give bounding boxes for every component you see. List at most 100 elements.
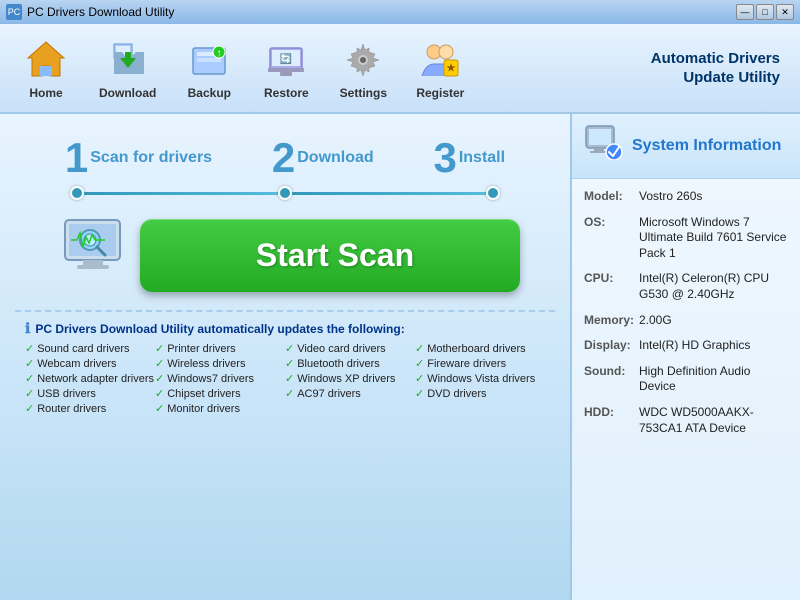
info-message: PC Drivers Download Utility automaticall… <box>35 322 404 336</box>
backup-icon: ↑ <box>185 36 233 84</box>
home-icon <box>22 36 70 84</box>
check-icon: ✓ <box>415 342 424 355</box>
list-item: ✓Video card drivers <box>285 342 415 355</box>
list-item: ✓Sound card drivers <box>25 342 155 355</box>
sys-info-display: Display: Intel(R) HD Graphics <box>584 338 788 354</box>
system-info-title: System Information <box>632 137 781 155</box>
sys-info-sound: Sound: High Definition Audio Device <box>584 364 788 395</box>
toolbar-brand: Automatic Drivers Update Utility <box>651 49 790 88</box>
title-bar-left: PC PC Drivers Download Utility <box>6 4 174 20</box>
check-icon: ✓ <box>155 372 164 385</box>
memory-label: Memory: <box>584 313 639 329</box>
info-section: ℹ PC Drivers Download Utility automatica… <box>15 310 555 420</box>
list-item: ✓Webcam drivers <box>25 357 155 370</box>
title-bar: PC PC Drivers Download Utility — □ ✕ <box>0 0 800 24</box>
sys-info-os: OS: Microsoft Windows 7 Ultimate Build 7… <box>584 215 788 262</box>
toolbar-item-backup[interactable]: ↑ Backup <box>173 30 245 106</box>
check-icon: ✓ <box>415 372 424 385</box>
steps-dots-line <box>15 186 555 200</box>
sound-label: Sound: <box>584 364 639 395</box>
system-info-body: Model: Vostro 260s OS: Microsoft Windows… <box>572 179 800 456</box>
step-2: 2 Download <box>272 134 374 182</box>
system-info-icon <box>584 124 624 168</box>
start-scan-button[interactable]: Start Scan <box>140 219 520 292</box>
dot-1 <box>70 186 84 200</box>
model-value: Vostro 260s <box>639 189 788 205</box>
line-1 <box>84 192 278 195</box>
check-icon: ✓ <box>25 387 34 400</box>
list-item: ✓Wireless drivers <box>155 357 285 370</box>
list-item: ✓Monitor drivers <box>155 402 285 415</box>
check-icon: ✓ <box>25 372 34 385</box>
brand-line1: Automatic Drivers <box>651 49 780 69</box>
list-item: ✓Printer drivers <box>155 342 285 355</box>
list-item: ✓Network adapter drivers <box>25 372 155 385</box>
svg-text:↑: ↑ <box>217 48 222 59</box>
sound-value: High Definition Audio Device <box>639 364 788 395</box>
minimize-button[interactable]: — <box>736 4 754 20</box>
check-icon: ✓ <box>415 357 424 370</box>
dot-2 <box>278 186 292 200</box>
hdd-value: WDC WD5000AAKX-753CA1 ATA Device <box>639 405 788 436</box>
os-label: OS: <box>584 215 639 262</box>
line-2 <box>292 192 486 195</box>
check-icon: ✓ <box>285 387 294 400</box>
sys-info-model: Model: Vostro 260s <box>584 189 788 205</box>
list-item: ✓Fireware drivers <box>415 357 545 370</box>
computer-scan-icon <box>50 215 150 295</box>
app-icon: PC <box>6 4 22 20</box>
settings-label: Settings <box>340 86 387 100</box>
right-panel: System Information Model: Vostro 260s OS… <box>570 114 800 600</box>
toolbar-item-restore[interactable]: 🔄 Restore <box>250 30 322 106</box>
register-icon: ★ <box>416 36 464 84</box>
svg-text:★: ★ <box>447 63 456 74</box>
settings-icon <box>339 36 387 84</box>
list-item: ✓Bluetooth drivers <box>285 357 415 370</box>
toolbar-item-home[interactable]: Home <box>10 30 82 106</box>
maximize-button[interactable]: □ <box>756 4 774 20</box>
step3-label: Install <box>459 149 505 167</box>
download-label: Download <box>99 86 156 100</box>
dot-3 <box>486 186 500 200</box>
sys-info-cpu: CPU: Intel(R) Celeron(R) CPU G530 @ 2.40… <box>584 271 788 302</box>
main-area: 1 Scan for drivers 2 Download 3 Install <box>0 114 800 600</box>
hdd-label: HDD: <box>584 405 639 436</box>
steps-row: 1 Scan for drivers 2 Download 3 Install <box>15 124 555 182</box>
check-icon: ✓ <box>155 387 164 400</box>
check-icon: ✓ <box>285 372 294 385</box>
list-item: ✓AC97 drivers <box>285 387 415 400</box>
memory-value: 2.00G <box>639 313 788 329</box>
brand-line2: Update Utility <box>651 68 780 88</box>
restore-icon: 🔄 <box>262 36 310 84</box>
check-icon: ✓ <box>155 342 164 355</box>
check-icon: ✓ <box>415 387 424 400</box>
left-content: 1 Scan for drivers 2 Download 3 Install <box>0 114 570 600</box>
list-item: ✓Router drivers <box>25 402 155 415</box>
toolbar: Home Download ↑ <box>0 24 800 114</box>
list-item: ✓Windows XP drivers <box>285 372 415 385</box>
svg-text:🔄: 🔄 <box>280 52 292 65</box>
os-value: Microsoft Windows 7 Ultimate Build 7601 … <box>639 215 788 262</box>
list-item: ✓DVD drivers <box>415 387 545 400</box>
info-icon: ℹ <box>25 320 30 337</box>
restore-label: Restore <box>264 86 309 100</box>
check-icon: ✓ <box>25 357 34 370</box>
cpu-value: Intel(R) Celeron(R) CPU G530 @ 2.40GHz <box>639 271 788 302</box>
title-bar-text: PC Drivers Download Utility <box>27 5 174 19</box>
check-icon: ✓ <box>25 342 34 355</box>
step1-number: 1 <box>65 134 88 182</box>
title-bar-controls: — □ ✕ <box>736 4 794 20</box>
close-button[interactable]: ✕ <box>776 4 794 20</box>
model-label: Model: <box>584 189 639 205</box>
sys-info-hdd: HDD: WDC WD5000AAKX-753CA1 ATA Device <box>584 405 788 436</box>
toolbar-item-download[interactable]: Download <box>87 30 168 106</box>
toolbar-item-settings[interactable]: Settings <box>327 30 399 106</box>
display-label: Display: <box>584 338 639 354</box>
download-icon <box>104 36 152 84</box>
system-info-header: System Information <box>572 114 800 179</box>
list-item: ✓USB drivers <box>25 387 155 400</box>
list-item: ✓Motherboard drivers <box>415 342 545 355</box>
check-icon: ✓ <box>285 342 294 355</box>
home-label: Home <box>29 86 62 100</box>
toolbar-item-register[interactable]: ★ Register <box>404 30 476 106</box>
